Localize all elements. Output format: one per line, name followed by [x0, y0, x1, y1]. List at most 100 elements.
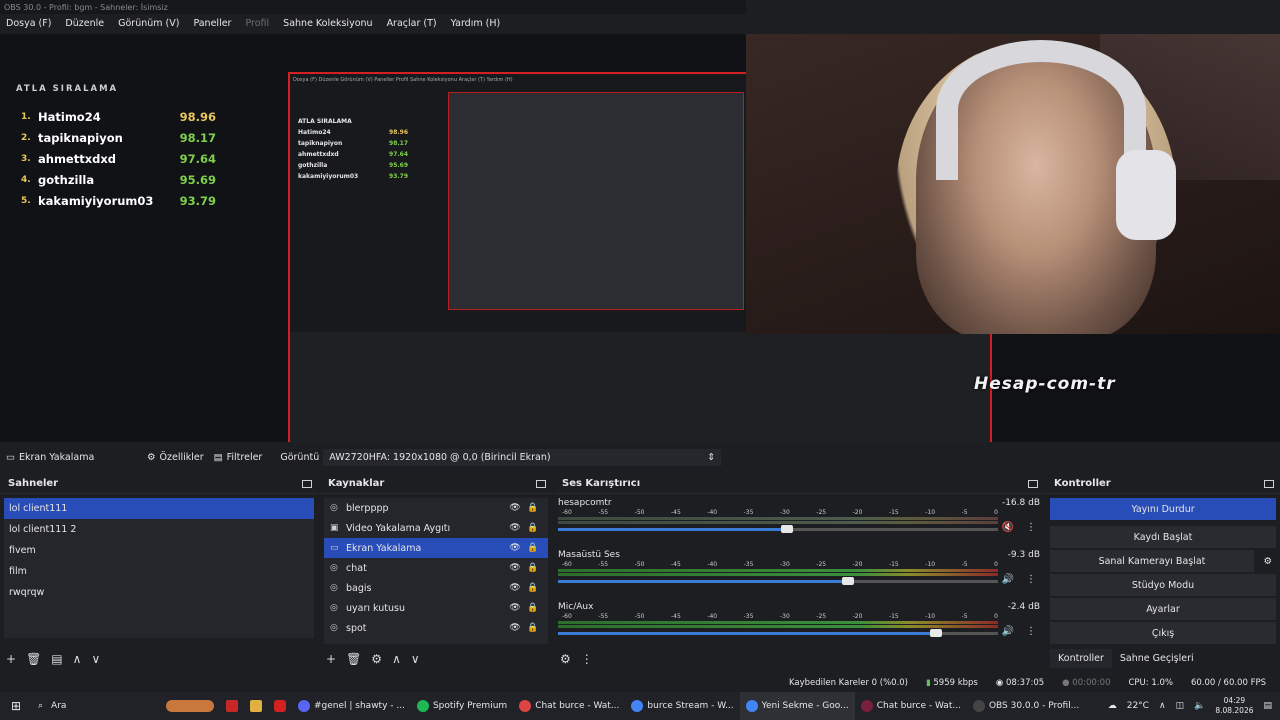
control-button[interactable]: Stüdyo Modu: [1050, 574, 1276, 596]
menu-item[interactable]: Profil: [245, 18, 269, 34]
filter-icon[interactable]: ▤: [51, 652, 62, 666]
undock-icon[interactable]: [1028, 479, 1038, 488]
taskbar-app[interactable]: Yeni Sekme - Goo...: [739, 692, 855, 720]
scene-item[interactable]: lol client111: [4, 498, 314, 519]
undock-icon[interactable]: [536, 479, 546, 488]
chevron-up-icon[interactable]: ∧: [1159, 701, 1166, 711]
taskbar-app[interactable]: OBS 30.0.0 - Profil...: [967, 692, 1085, 720]
taskbar-app[interactable]: #genel | shawty - ...: [292, 692, 411, 720]
taskbar-search[interactable]: ⌕ Ara: [32, 701, 160, 711]
weather-icon[interactable]: ☁: [1108, 701, 1117, 711]
more-icon[interactable]: ⋮: [581, 652, 593, 666]
lock-icon[interactable]: 🔒: [524, 583, 542, 593]
speaker-icon[interactable]: 🔊: [1002, 574, 1014, 585]
undock-icon[interactable]: [302, 479, 312, 488]
scene-item[interactable]: lol client111 2: [4, 519, 314, 540]
menu-item[interactable]: Görünüm (V): [118, 18, 179, 34]
add-icon[interactable]: +: [6, 652, 16, 666]
gear-icon[interactable]: ⚙: [560, 652, 571, 666]
source-item[interactable]: ◎ uyarı kutusu 👁 🔒: [324, 598, 548, 618]
eye-icon[interactable]: 👁: [506, 503, 524, 513]
filters-button[interactable]: ▤ Filtreler: [214, 452, 263, 463]
volume-knob[interactable]: [780, 525, 793, 533]
source-item[interactable]: ◎ chat 👁 🔒: [324, 558, 548, 578]
broadcast-icon: ◉: [995, 678, 1004, 688]
volume-knob[interactable]: [930, 629, 943, 637]
tick-label: -25: [816, 509, 827, 516]
controls-tab[interactable]: Sahne Geçişleri: [1112, 649, 1202, 668]
volume-slider[interactable]: [558, 577, 998, 585]
eye-icon[interactable]: 👁: [506, 523, 524, 533]
control-button[interactable]: Yayını Durdur: [1050, 498, 1276, 520]
lock-icon[interactable]: 🔒: [524, 523, 542, 533]
control-button[interactable]: Ayarlar: [1050, 598, 1276, 620]
more-icon[interactable]: ⋮: [1026, 574, 1036, 585]
properties-button[interactable]: ⚙ Özellikler: [147, 452, 204, 463]
source-item[interactable]: ◎ blerpppp 👁 🔒: [324, 498, 548, 518]
menu-item[interactable]: Araçlar (T): [387, 18, 437, 34]
eye-icon[interactable]: 👁: [506, 563, 524, 573]
program-preview[interactable]: ATLA SIRALAMA 1. Hatimo24 98.96 2. tapiknapi…: [0, 34, 1280, 442]
volume-slider[interactable]: [558, 629, 998, 637]
menu-item[interactable]: Dosya (F): [6, 18, 51, 34]
control-button[interactable]: Çıkış: [1050, 622, 1276, 644]
add-icon[interactable]: +: [326, 652, 336, 666]
speaker-muted-icon[interactable]: 🔇: [1002, 522, 1014, 533]
red-app-icon[interactable]: [268, 692, 292, 720]
arrow-down-icon[interactable]: ∨: [411, 652, 420, 666]
menu-item[interactable]: Sahne Koleksiyonu: [283, 18, 372, 34]
volume-slider[interactable]: [558, 525, 998, 533]
display-select[interactable]: AW2720HFA: 1920x1080 @ 0,0 (Birincil Ekr…: [323, 448, 722, 466]
menu-item[interactable]: Paneller: [193, 18, 231, 34]
lock-icon[interactable]: 🔒: [524, 603, 542, 613]
controls-tab[interactable]: Kontroller: [1050, 649, 1112, 668]
nested-leaderboard: ATLA SIRALAMA Hatimo24 98.96 tapiknapiyon 98…: [298, 118, 408, 184]
taskbar-app[interactable]: Chat burce - Wat...: [855, 692, 967, 720]
arrow-down-icon[interactable]: ∨: [91, 652, 100, 666]
source-item[interactable]: ◎ spot 👁 🔒: [324, 618, 548, 638]
taskbar-app[interactable]: burce Stream - W...: [625, 692, 739, 720]
source-item[interactable]: ◎ bagis 👁 🔒: [324, 578, 548, 598]
eye-icon[interactable]: 👁: [506, 623, 524, 633]
source-item[interactable]: ▣ Video Yakalama Aygıtı 👁 🔒: [324, 518, 548, 538]
lock-icon[interactable]: 🔒: [524, 543, 542, 553]
scene-item[interactable]: fivem: [4, 540, 314, 561]
eye-icon[interactable]: 👁: [506, 603, 524, 613]
lock-icon[interactable]: 🔒: [524, 623, 542, 633]
control-button[interactable]: Sanal Kamerayı Başlat ⚙: [1050, 550, 1272, 572]
gear-icon[interactable]: ⚙: [371, 652, 382, 666]
acrobat-icon[interactable]: [220, 692, 244, 720]
windows-start-icon[interactable]: ⊞: [0, 699, 32, 713]
volume-icon[interactable]: 🔈: [1194, 701, 1205, 711]
arrow-up-icon[interactable]: ∧: [392, 652, 401, 666]
undock-icon[interactable]: [1264, 479, 1274, 488]
menu-item[interactable]: Düzenle: [65, 18, 104, 34]
trash-icon[interactable]: 🗑: [26, 652, 41, 666]
lock-icon[interactable]: 🔒: [524, 503, 542, 513]
source-item[interactable]: ▭ Ekran Yakalama 👁 🔒: [324, 538, 548, 558]
speaker-icon[interactable]: 🔊: [1002, 626, 1014, 637]
arrow-up-icon[interactable]: ∧: [73, 652, 82, 666]
lock-icon[interactable]: 🔒: [524, 563, 542, 573]
taskbar-app[interactable]: Spotify Premium: [411, 692, 513, 720]
tick-label: -40: [707, 613, 718, 620]
folder-icon[interactable]: [244, 692, 268, 720]
more-icon[interactable]: ⋮: [1026, 626, 1036, 637]
clock[interactable]: 04:29 8.08.2026: [1215, 696, 1253, 716]
more-icon[interactable]: ⋮: [1026, 522, 1036, 533]
trash-icon[interactable]: 🗑: [346, 652, 361, 666]
network-icon[interactable]: ◫: [1176, 701, 1185, 711]
tick-label: -60: [562, 509, 572, 516]
eye-icon[interactable]: 👁: [506, 543, 524, 553]
volume-knob[interactable]: [842, 577, 855, 585]
taskbar-app[interactable]: Chat burce - Wat...: [513, 692, 625, 720]
control-button[interactable]: Kaydı Başlat: [1050, 526, 1276, 548]
eye-icon[interactable]: 👁: [506, 583, 524, 593]
landscape-widget-icon[interactable]: [160, 692, 220, 720]
scene-item[interactable]: rwqrqw: [4, 582, 314, 603]
menu-item[interactable]: Yardım (H): [451, 18, 501, 34]
scene-item[interactable]: film: [4, 561, 314, 582]
notification-icon[interactable]: ▤: [1263, 701, 1272, 711]
gear-icon[interactable]: ⚙: [1263, 556, 1272, 567]
source-name: spot: [346, 622, 367, 634]
